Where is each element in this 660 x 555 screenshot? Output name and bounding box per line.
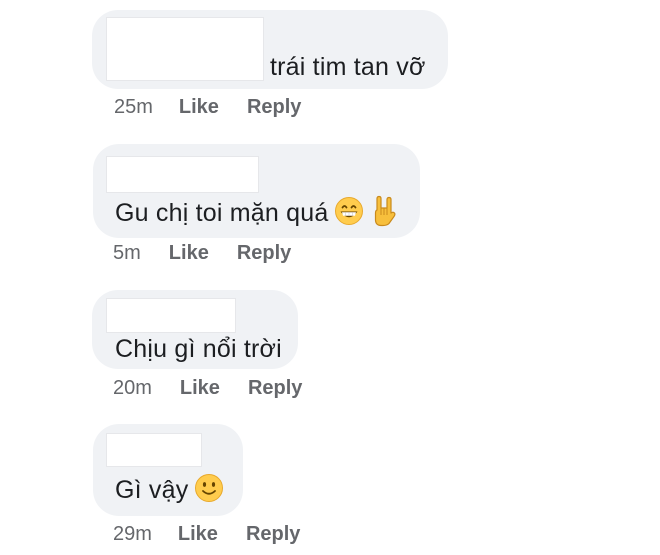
reply-button[interactable]: Reply	[237, 241, 291, 265]
comment-text: Gì vậy	[115, 473, 224, 510]
like-button[interactable]: Like	[179, 95, 219, 119]
commenter-name-redacted[interactable]	[106, 433, 202, 467]
comment-timestamp: 5m	[113, 242, 141, 264]
commenter-name-redacted[interactable]	[106, 17, 264, 81]
commenter-name-redacted[interactable]	[106, 156, 259, 193]
comment-text: trái tim tan vỡ	[270, 53, 426, 81]
comment-timestamp: 25m	[114, 96, 153, 118]
slightly-smiling-face-icon	[194, 473, 224, 510]
like-button[interactable]: Like	[180, 376, 220, 400]
reply-button[interactable]: Reply	[246, 522, 300, 546]
comment-actions: 25m Like Reply	[114, 95, 301, 119]
thread-gutter	[0, 0, 80, 555]
comment-text-content: Gu chị toi mặn quá	[115, 199, 329, 228]
rock-on-hand-icon	[370, 195, 398, 234]
comment-timestamp: 29m	[113, 523, 152, 545]
comment-text: Gu chị toi mặn quá	[115, 195, 398, 234]
comment-actions: 20m Like Reply	[113, 376, 302, 400]
reply-button[interactable]: Reply	[247, 95, 301, 119]
grinning-face-icon	[334, 196, 364, 233]
like-button[interactable]: Like	[169, 241, 209, 265]
reply-button[interactable]: Reply	[248, 376, 302, 400]
comment-text-content: Gì vậy	[115, 476, 189, 505]
comment-text: Chịu gì nổi trời	[115, 335, 282, 363]
like-button[interactable]: Like	[178, 522, 218, 546]
comment-actions: 5m Like Reply	[113, 241, 291, 265]
comment-timestamp: 20m	[113, 377, 152, 399]
commenter-name-redacted[interactable]	[106, 298, 236, 333]
comment-actions: 29m Like Reply	[113, 522, 300, 546]
